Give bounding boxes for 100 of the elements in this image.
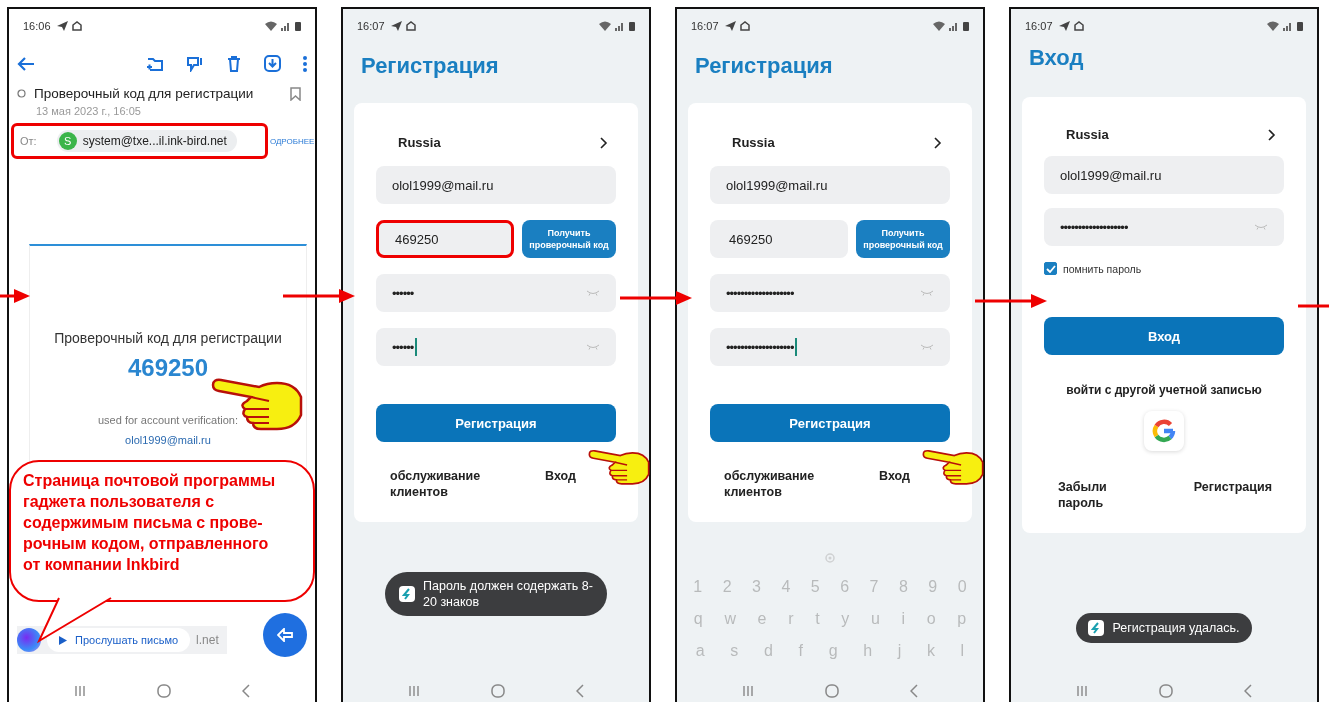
home-icon[interactable]	[157, 684, 171, 698]
email-date: 13 мая 2023 г., 16:05	[35, 104, 142, 117]
password-field[interactable]: •••••••••••••••••••	[1044, 208, 1284, 246]
reply-button[interactable]	[263, 613, 307, 657]
back-icon[interactable]	[241, 684, 250, 698]
keyboard-key[interactable]: 2	[722, 578, 732, 596]
assistant-orb-icon[interactable]	[17, 628, 41, 652]
keyboard-key[interactable]: 0	[957, 578, 967, 596]
keyboard-key[interactable]: j	[897, 642, 902, 660]
keyboard-key[interactable]: h	[863, 642, 873, 660]
email-subject: Проверочный код для регистрации	[34, 86, 254, 101]
email-field[interactable]: olol1999@mail.ru	[376, 166, 616, 204]
country-selector[interactable]: Russia	[376, 135, 616, 150]
country-selector[interactable]: Russia	[1044, 127, 1284, 142]
remember-checkbox[interactable]	[1044, 262, 1057, 275]
code-field[interactable]: 469250	[376, 220, 514, 258]
email-field[interactable]: olol1999@mail.ru	[1044, 156, 1284, 194]
hidden-eye-icon[interactable]	[920, 344, 934, 350]
home-icon[interactable]	[491, 684, 505, 698]
keyboard-key[interactable]: a	[695, 642, 705, 660]
status-time: 16:07	[1025, 20, 1053, 32]
signal-icon	[1283, 21, 1293, 31]
keyboard-key[interactable]: e	[757, 610, 767, 628]
register-link[interactable]: Регистрация	[1172, 479, 1272, 495]
delete-icon[interactable]	[226, 55, 242, 72]
email-field[interactable]: olol1999@mail.ru	[710, 166, 950, 204]
reply-icon	[277, 628, 293, 642]
back-arrow-icon[interactable]	[17, 55, 35, 72]
keyboard-key[interactable]: w	[724, 610, 736, 628]
keyboard-key[interactable]: r	[788, 610, 794, 628]
keyboard-key[interactable]: 3	[752, 578, 761, 596]
support-link[interactable]: обслуживание клиентов	[390, 468, 483, 500]
keyboard-key[interactable]: 8	[898, 578, 908, 596]
bookmark-icon[interactable]	[290, 86, 301, 101]
more-icon[interactable]	[303, 55, 307, 72]
folder-icon[interactable]	[146, 55, 164, 72]
listen-button[interactable]: Прослушать письмо	[47, 628, 191, 652]
keyboard-key[interactable]: 4	[781, 578, 791, 596]
password-field[interactable]: •••••••••••••••••••	[710, 274, 950, 312]
country-selector[interactable]: Russia	[710, 135, 950, 150]
home-icon[interactable]	[1159, 684, 1173, 698]
keyboard-key[interactable]: u	[870, 610, 880, 628]
password-field[interactable]: ••••••	[376, 274, 616, 312]
recent-apps-icon[interactable]	[1076, 685, 1089, 697]
keyboard-key[interactable]: l	[960, 642, 965, 660]
hidden-eye-icon[interactable]	[586, 344, 600, 350]
wifi-icon	[933, 21, 945, 31]
back-icon[interactable]	[909, 684, 918, 698]
keyboard-key[interactable]: y	[841, 610, 850, 628]
details-link[interactable]: ОДРОБНЕЕ	[269, 136, 315, 146]
keyboard-key[interactable]: f	[798, 642, 803, 660]
google-sign-in-button[interactable]	[1144, 411, 1184, 451]
back-icon[interactable]	[1243, 684, 1252, 698]
wifi-icon	[265, 21, 277, 31]
support-link[interactable]: обслуживание клиентов	[724, 468, 817, 500]
keyboard-key[interactable]: s	[730, 642, 739, 660]
keyboard-key[interactable]: o	[926, 610, 936, 628]
from-label: От:	[20, 135, 37, 147]
submit-button[interactable]: Вход	[1044, 317, 1284, 355]
get-code-button[interactable]: Получить проверочный код	[856, 220, 950, 258]
submit-button[interactable]: Регистрация	[710, 404, 950, 442]
keyboard-key[interactable]: 1	[693, 578, 703, 596]
login-link[interactable]: Вход	[483, 468, 576, 484]
status-time: 16:07	[691, 20, 719, 32]
keyboard-key[interactable]: 5	[810, 578, 820, 596]
sender-chip[interactable]: S system@txe...il.ink-bird.net	[56, 130, 237, 152]
keyboard-key[interactable]: 9	[928, 578, 938, 596]
unread-circle-icon[interactable]	[17, 89, 26, 98]
keyboard-key[interactable]: q	[693, 610, 703, 628]
page-title: Регистрация	[360, 52, 500, 80]
login-link[interactable]: Вход	[817, 468, 910, 484]
wifi-icon	[1267, 21, 1279, 31]
forgot-password-link[interactable]: Забыли пароль	[1058, 479, 1128, 511]
chevron-right-icon	[600, 136, 608, 149]
flow-arrow	[620, 290, 692, 306]
recent-apps-icon[interactable]	[742, 685, 755, 697]
submit-button[interactable]: Регистрация	[376, 404, 616, 442]
callout-text: Страница почтовой программы гаджета пользователя с содержимым письма с прове-рочным кодом, отправленного от компании Inkbird	[23, 471, 277, 575]
home-icon[interactable]	[825, 684, 839, 698]
keyboard-key[interactable]: d	[764, 642, 773, 660]
confirm-password-field[interactable]: ••••••	[376, 328, 616, 366]
back-icon[interactable]	[575, 684, 584, 698]
recent-apps-icon[interactable]	[74, 685, 87, 697]
send-icon	[724, 21, 736, 31]
hidden-eye-icon[interactable]	[1254, 224, 1268, 230]
keyboard-key[interactable]: 7	[869, 578, 879, 596]
code-field[interactable]: 469250	[710, 220, 848, 258]
keyboard-key[interactable]: p	[957, 610, 967, 628]
keyboard-key[interactable]: k	[926, 642, 935, 660]
keyboard-key[interactable]: g	[828, 642, 838, 660]
keyboard-key[interactable]: 6	[840, 578, 850, 596]
download-icon[interactable]	[264, 55, 281, 72]
recent-apps-icon[interactable]	[408, 685, 421, 697]
keyboard-key[interactable]: i	[901, 610, 906, 628]
confirm-password-field[interactable]: •••••••••••••••••••	[710, 328, 950, 366]
hidden-eye-icon[interactable]	[920, 290, 934, 296]
keyboard-key[interactable]: t	[815, 610, 820, 628]
spam-icon[interactable]	[186, 55, 204, 72]
hidden-eye-icon[interactable]	[586, 290, 600, 296]
get-code-button[interactable]: Получить проверочный код	[522, 220, 616, 258]
